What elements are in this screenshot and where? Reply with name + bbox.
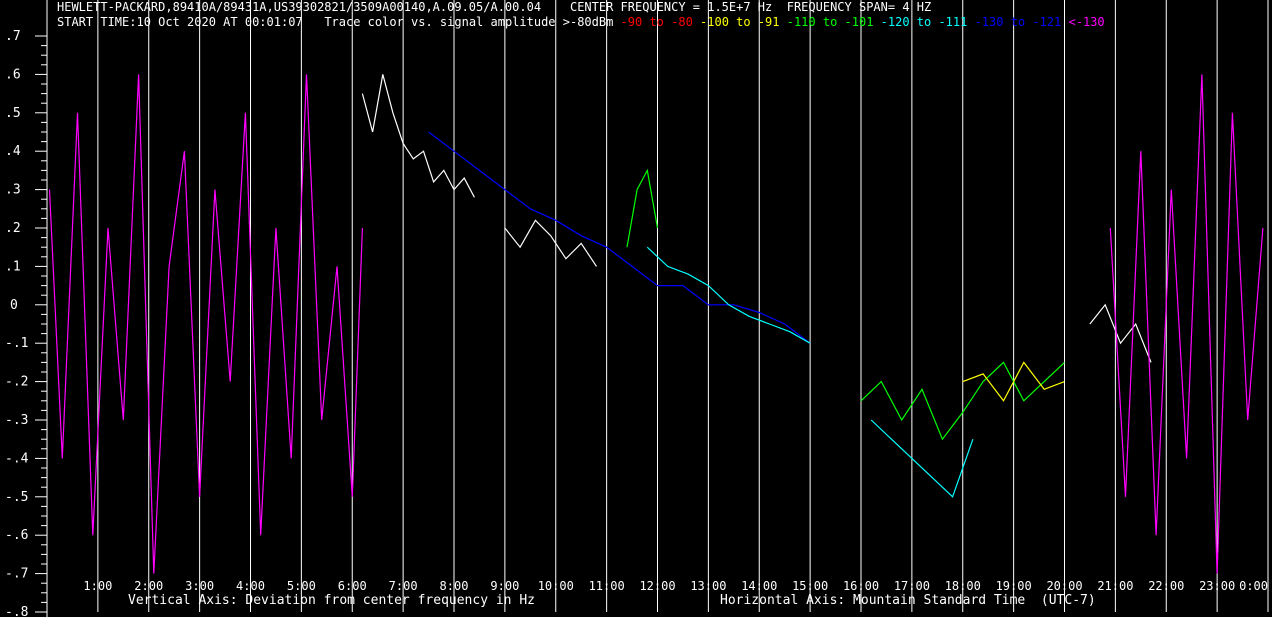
trace-series [504,219,597,267]
data-traces [48,74,1264,574]
trace-series [428,131,811,344]
x-tick-label: 15:00 [792,579,828,593]
vertical-axis-caption: Vertical Axis: Deviation from center fre… [128,593,535,608]
x-tick-label: 10:00 [538,579,574,593]
y-tick-label: .6 [5,67,21,82]
x-tick-label: 21:00 [1097,579,1133,593]
legend-entry: -110 to -101 [786,15,881,29]
x-tick-label: 18:00 [945,579,981,593]
x-tick-label: 9:00 [490,579,519,593]
y-tick-label: .4 [5,144,21,159]
x-tick-label: 6:00 [338,579,367,593]
x-tick-label: 22:00 [1148,579,1184,593]
grid-lines [46,0,1269,617]
x-tick-label: 12:00 [639,579,675,593]
x-tick-label: 0:00 [1239,579,1268,593]
legend-entry: -100 to -91 [700,15,787,29]
frequency-span: FREQUENCY SPAN= 4 HZ [786,0,932,14]
trace-series [870,419,974,498]
y-tick-label: .5 [5,106,21,121]
instrument-id: HEWLETT-PACKARD,89410A/89431A,US39302821… [57,0,542,14]
trace-series [646,246,811,344]
x-tick-label: 11:00 [589,579,625,593]
x-tick-label: 19:00 [996,579,1032,593]
trace-series [48,74,363,574]
legend-title: Trace color vs. signal amplitude [324,15,556,29]
y-axis-labels: .7 .6 .5 .4 .3 .2 .1 0 -.1 -.2 -.3 -.4 -.5 -.6 -.7 -.8 [5,29,29,617]
y-tick-label: -.4 [5,451,29,466]
x-tick-label: 17:00 [894,579,930,593]
y-tick-label: -.7 [5,567,28,582]
y-tick-label: -.2 [5,375,28,390]
horizontal-axis-caption: Horizontal Axis: Mountain Standard Time … [720,593,1096,608]
x-tick-label: 2:00 [134,579,163,593]
header-line-2: START TIME:10 Oct 2020 AT 00:01:07 Trace… [57,15,1112,29]
x-tick-label: 13:00 [690,579,726,593]
x-tick-label: 23:00 [1199,579,1235,593]
x-tick-label: 1:00 [83,579,112,593]
y-tick-label: -.6 [5,528,28,543]
header-line-1: HEWLETT-PACKARD,89410A/89431A,US39302821… [57,0,931,14]
x-tick-label: 4:00 [236,579,265,593]
y-tick-label: .1 [5,259,21,274]
x-tick-label: 20:00 [1046,579,1082,593]
center-frequency: CENTER FREQUENCY = 1.5E+7 Hz [569,0,773,14]
y-tick-label: -.8 [5,605,28,617]
chart-plot: .7.6.5.4.3.2.10-.1-.2-.3-.4-.5-.6-.7-.8 … [5,0,1269,617]
x-tick-label: 5:00 [287,579,316,593]
legend-entry: -120 to -111 [880,15,975,29]
legend-entry: -130 to -121 [974,15,1069,29]
y-axis-ticks [35,35,47,613]
x-tick-label: 8:00 [440,579,469,593]
trace-series [361,74,475,198]
x-tick-label: 16:00 [843,579,879,593]
x-axis-labels: 1:00 2:00 3:00 4:00 5:00 6:00 7:00 8:00 9:00 10:0… [83,579,1268,593]
x-tick-label: 3:00 [185,579,214,593]
start-time: START TIME:10 Oct 2020 AT 00:01:07 [57,15,303,29]
y-tick-label: .2 [5,221,21,236]
trace-series [1089,303,1152,363]
x-tick-label: 7:00 [389,579,418,593]
trace-series [1109,74,1264,574]
legend-entry: <-130 [1068,15,1112,29]
legend-entry: >-80dBm [562,15,621,29]
legend-entry: -90 to -80 [620,15,701,29]
x-tick-label: 14:00 [741,579,777,593]
color-legend: >-80dBm -90 to -80 -100 to -91 -110 to -… [563,15,1112,29]
y-tick-label: 0 [10,298,18,313]
y-tick-label: -.1 [5,336,28,351]
y-tick-label: -.5 [5,490,28,505]
trace-series [626,168,659,248]
y-tick-label: .7 [5,29,21,44]
y-tick-label: -.3 [5,413,28,428]
y-tick-label: .3 [5,183,21,198]
